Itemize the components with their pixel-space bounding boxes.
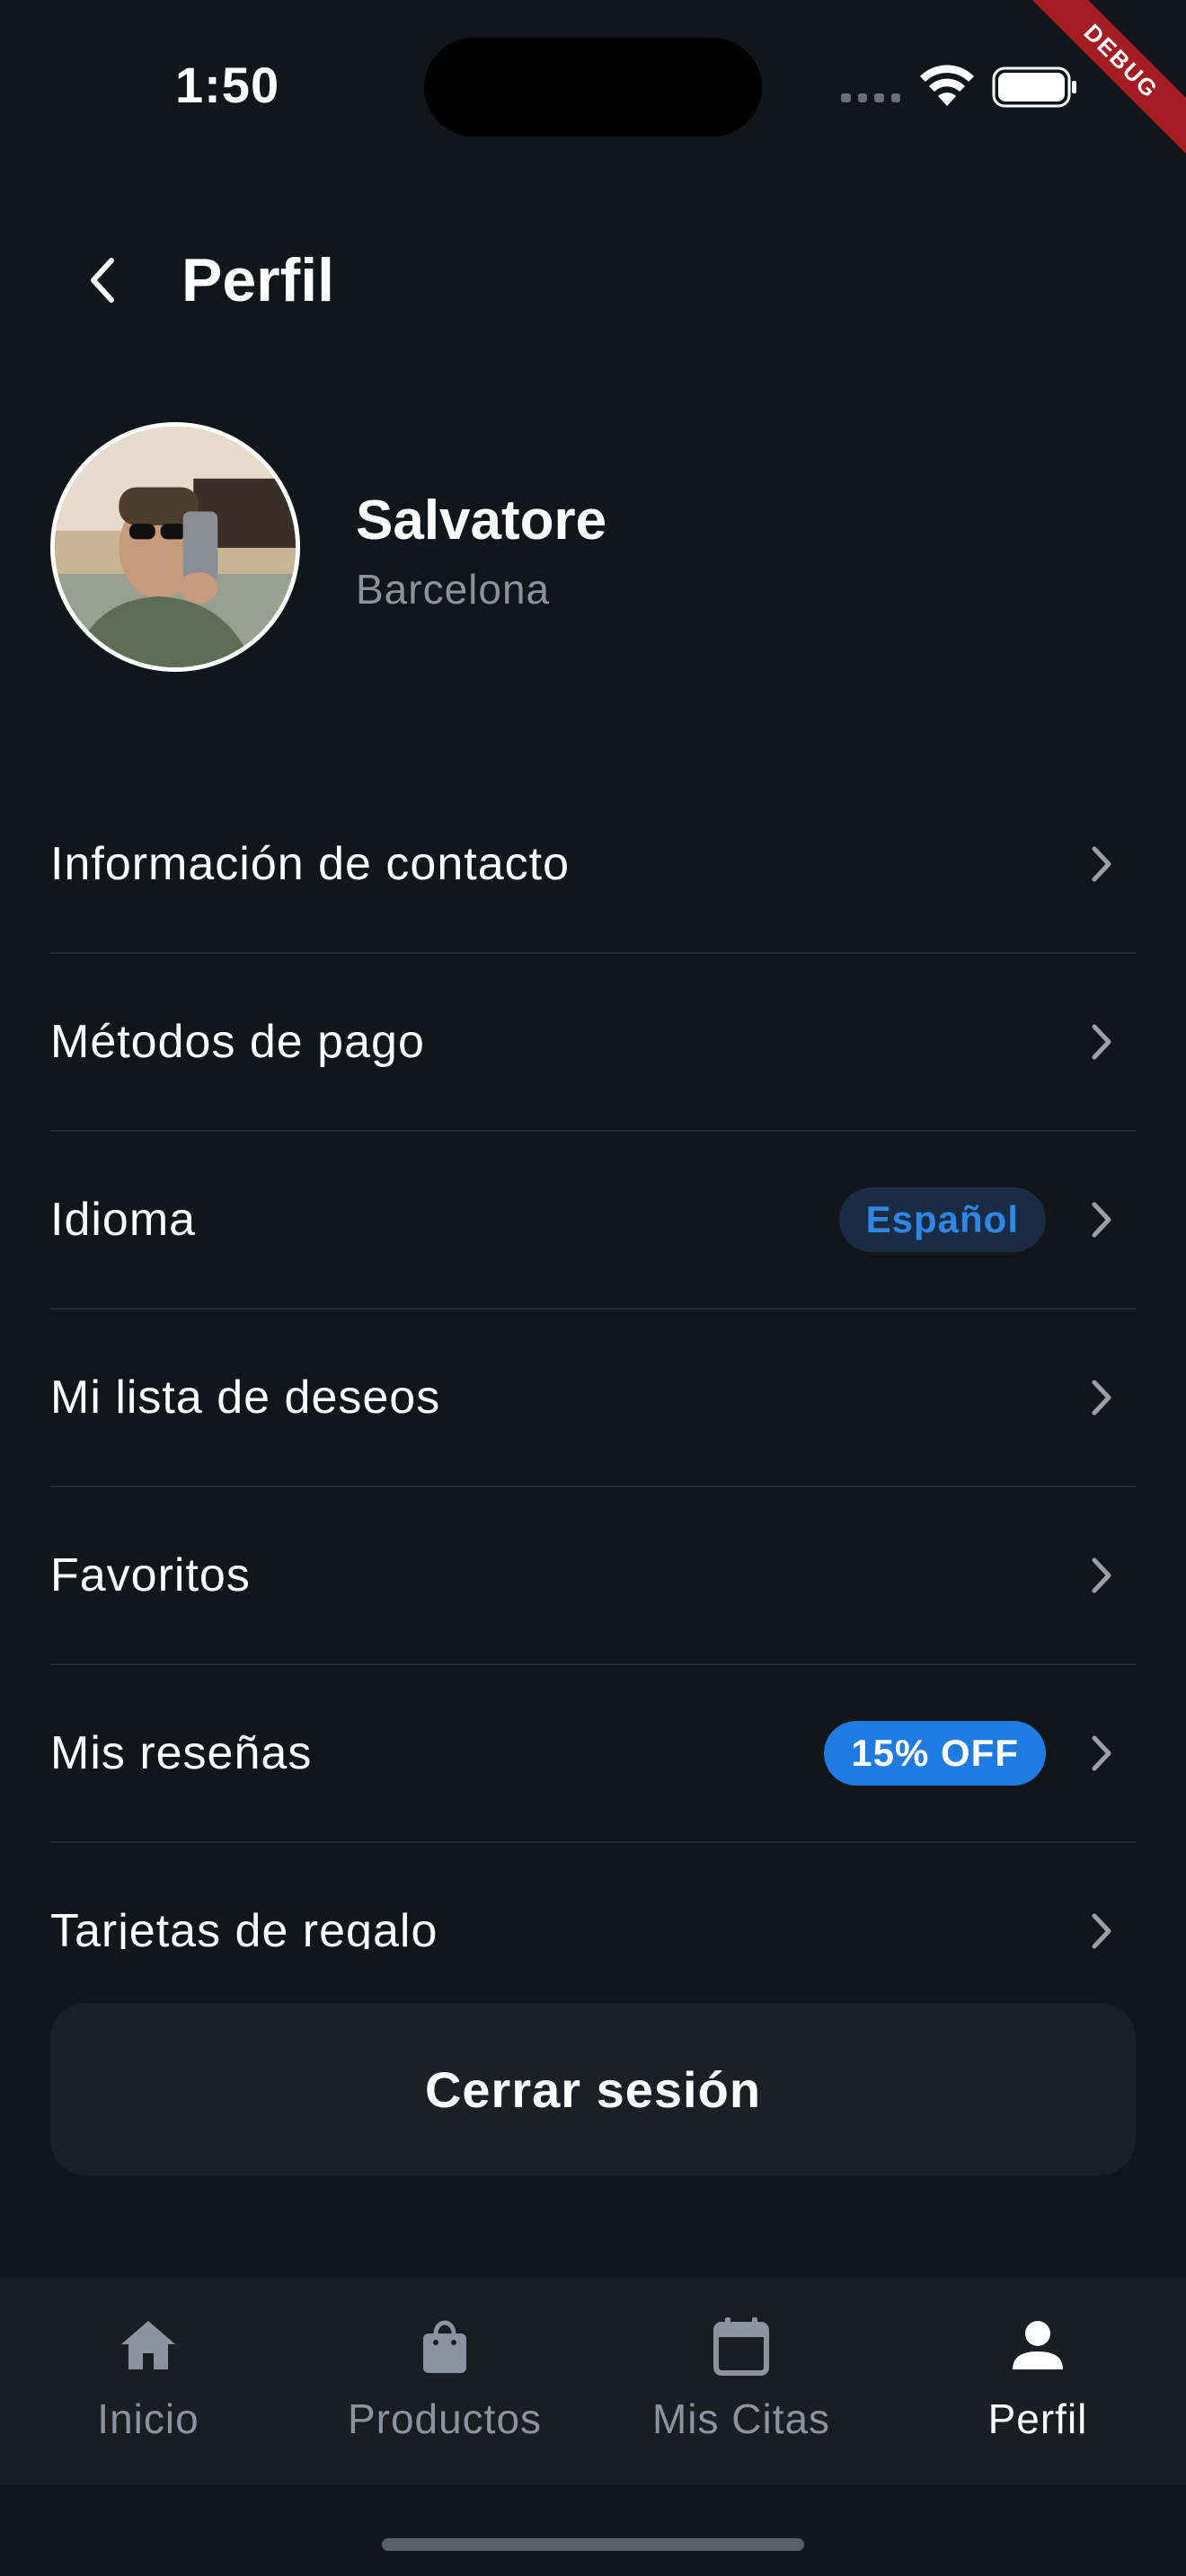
logout-button[interactable]: Cerrar sesión xyxy=(50,2003,1136,2175)
chevron-right-icon xyxy=(1092,1913,1111,1949)
nav-item-inicio[interactable]: Inicio xyxy=(0,2278,296,2484)
chevron-right-icon xyxy=(1092,846,1111,882)
menu-item-gift-cards[interactable]: Tarjetas de regalo xyxy=(50,1843,1136,1949)
nav-label: Productos xyxy=(347,2395,543,2442)
nav-label: Perfil xyxy=(987,2395,1088,2442)
chevron-right-icon xyxy=(1092,1024,1111,1060)
home-icon xyxy=(121,2321,175,2369)
status-time: 1:50 xyxy=(175,57,280,113)
wifi-icon xyxy=(920,65,974,106)
chevron-left-icon xyxy=(91,258,114,303)
avatar-photo xyxy=(55,427,296,667)
menu-item-label: Tarjetas de regalo xyxy=(50,1905,438,1949)
menu-item-label: Información de contacto xyxy=(50,838,570,890)
menu-item-favorites[interactable]: Favoritos xyxy=(50,1487,1136,1665)
chevron-right-icon xyxy=(1092,1735,1111,1771)
debug-label: DEBUG xyxy=(1012,0,1186,171)
dynamic-island xyxy=(424,38,762,137)
menu-item-label: Mi lista de deseos xyxy=(50,1372,441,1424)
menu-item-payment-methods[interactable]: Métodos de pago xyxy=(50,954,1136,1132)
menu-item-contact-info[interactable]: Información de contacto xyxy=(50,776,1136,954)
chevron-right-icon xyxy=(1092,1557,1111,1593)
menu-item-label: Idioma xyxy=(50,1194,197,1246)
profile-location: Barcelona xyxy=(356,566,551,613)
back-button[interactable] xyxy=(70,243,135,318)
chevron-right-icon xyxy=(1092,1202,1111,1238)
page-title: Perfil xyxy=(181,246,335,314)
menu-item-my-reviews[interactable]: Mis reseñas 15% OFF xyxy=(50,1665,1136,1843)
profile-name: Salvatore xyxy=(356,490,607,551)
avatar[interactable] xyxy=(50,422,300,672)
nav-label: Inicio xyxy=(97,2395,199,2442)
bottom-navigation: Inicio Productos Mis Citas Perfil xyxy=(0,2278,1186,2484)
menu-item-label: Favoritos xyxy=(50,1549,251,1601)
person-icon xyxy=(1013,2321,1063,2369)
profile-menu-list: Información de contacto Métodos de pago … xyxy=(50,776,1136,1949)
nav-item-productos[interactable]: Productos xyxy=(296,2278,593,2484)
calendar-icon xyxy=(713,2317,769,2376)
nav-item-mis-citas[interactable]: Mis Citas xyxy=(593,2278,890,2484)
menu-item-language[interactable]: Idioma Español xyxy=(50,1132,1136,1310)
language-badge: Español xyxy=(838,1187,1046,1252)
menu-item-label: Mis reseñas xyxy=(50,1727,313,1779)
shopping-bag-icon xyxy=(423,2320,466,2373)
nav-label: Mis Citas xyxy=(651,2395,831,2442)
nav-item-perfil[interactable]: Perfil xyxy=(890,2278,1186,2484)
discount-badge: 15% OFF xyxy=(824,1721,1046,1786)
menu-item-label: Métodos de pago xyxy=(50,1016,425,1068)
debug-banner: DEBUG xyxy=(988,0,1186,198)
profile-screen: 1:50 DEBUG Perfil Salvatore Barcelona In… xyxy=(0,0,1186,2576)
cellular-signal-icon xyxy=(841,93,900,102)
home-indicator xyxy=(382,2538,804,2551)
menu-item-wishlist[interactable]: Mi lista de deseos xyxy=(50,1310,1136,1487)
chevron-right-icon xyxy=(1092,1380,1111,1416)
